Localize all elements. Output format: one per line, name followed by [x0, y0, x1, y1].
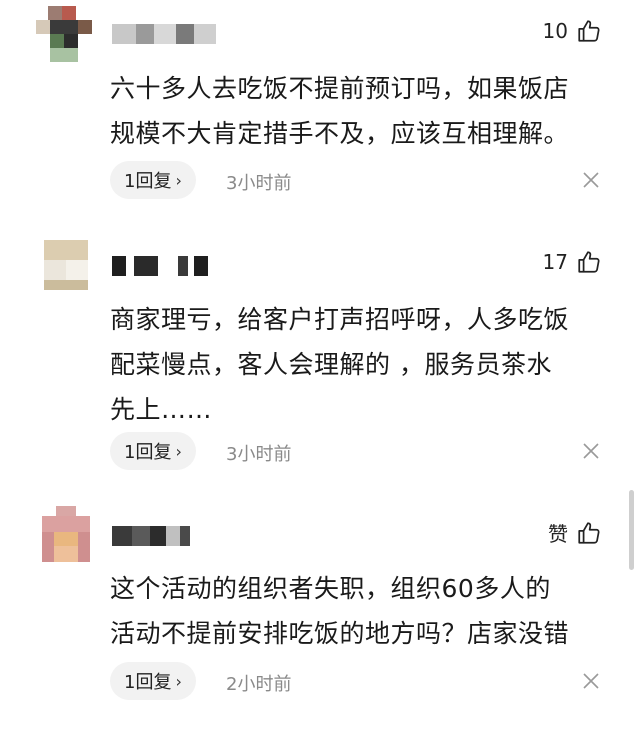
timestamp: 3小时前	[226, 444, 292, 465]
comment-text-line: 活动不提前安排吃饭的地方吗？店家没错	[110, 619, 570, 648]
reply-count-button[interactable]: 1回复 ›	[110, 432, 196, 470]
thumbs-up-icon[interactable]	[576, 249, 602, 275]
comment-text-line: 配菜慢点，客人会理解的 ，服务员茶水	[110, 350, 552, 379]
username-blurred[interactable]	[112, 526, 190, 548]
reply-label: 1回复	[124, 672, 172, 693]
like-control[interactable]: 17	[543, 249, 602, 275]
avatar[interactable]	[44, 240, 88, 290]
comment-text-line: 六十多人去吃饭不提前预订吗，如果饭店	[110, 74, 570, 103]
scrollbar[interactable]	[629, 490, 634, 570]
timestamp: 3小时前	[226, 173, 292, 194]
thumbs-up-icon[interactable]	[576, 520, 602, 546]
comment-text: 六十多人去吃饭不提前预订吗，如果饭店 规模不大肯定措手不及，应该互相理解。	[110, 66, 615, 156]
comment-text-line: 规模不大肯定措手不及，应该互相理解。	[110, 119, 570, 148]
reply-label: 1回复	[124, 171, 172, 192]
reply-count-button[interactable]: 1回复 ›	[110, 662, 196, 700]
like-count: 17	[542, 250, 568, 274]
thumbs-up-icon[interactable]	[576, 18, 602, 44]
close-icon[interactable]	[582, 171, 600, 189]
comment-text: 这个活动的组织者失职，组织60多人的 活动不提前安排吃饭的地方吗？店家没错	[110, 566, 615, 656]
username-blurred[interactable]	[112, 24, 216, 46]
like-count: 10	[542, 19, 568, 43]
close-icon[interactable]	[582, 672, 600, 690]
reply-label: 1回复	[124, 442, 172, 463]
like-control[interactable]: 赞	[548, 518, 602, 547]
username-blurred[interactable]	[112, 256, 208, 278]
comment-text-line: 商家理亏，给客户打声招呼呀，人多吃饭	[110, 305, 570, 334]
like-label: 赞	[548, 522, 568, 546]
close-icon[interactable]	[582, 442, 600, 460]
avatar[interactable]	[36, 6, 92, 62]
avatar[interactable]	[42, 506, 90, 562]
timestamp: 2小时前	[226, 674, 292, 695]
comment-text-line: 这个活动的组织者失职，组织60多人的	[110, 574, 551, 603]
chevron-right-icon: ›	[175, 170, 182, 190]
comment-text-line: 先上……	[110, 395, 213, 424]
comment-text: 商家理亏，给客户打声招呼呀，人多吃饭 配菜慢点，客人会理解的 ，服务员茶水 先上…	[110, 297, 615, 432]
reply-count-button[interactable]: 1回复 ›	[110, 161, 196, 199]
chevron-right-icon: ›	[175, 671, 182, 691]
chevron-right-icon: ›	[175, 441, 182, 461]
like-control[interactable]: 10	[543, 18, 602, 44]
